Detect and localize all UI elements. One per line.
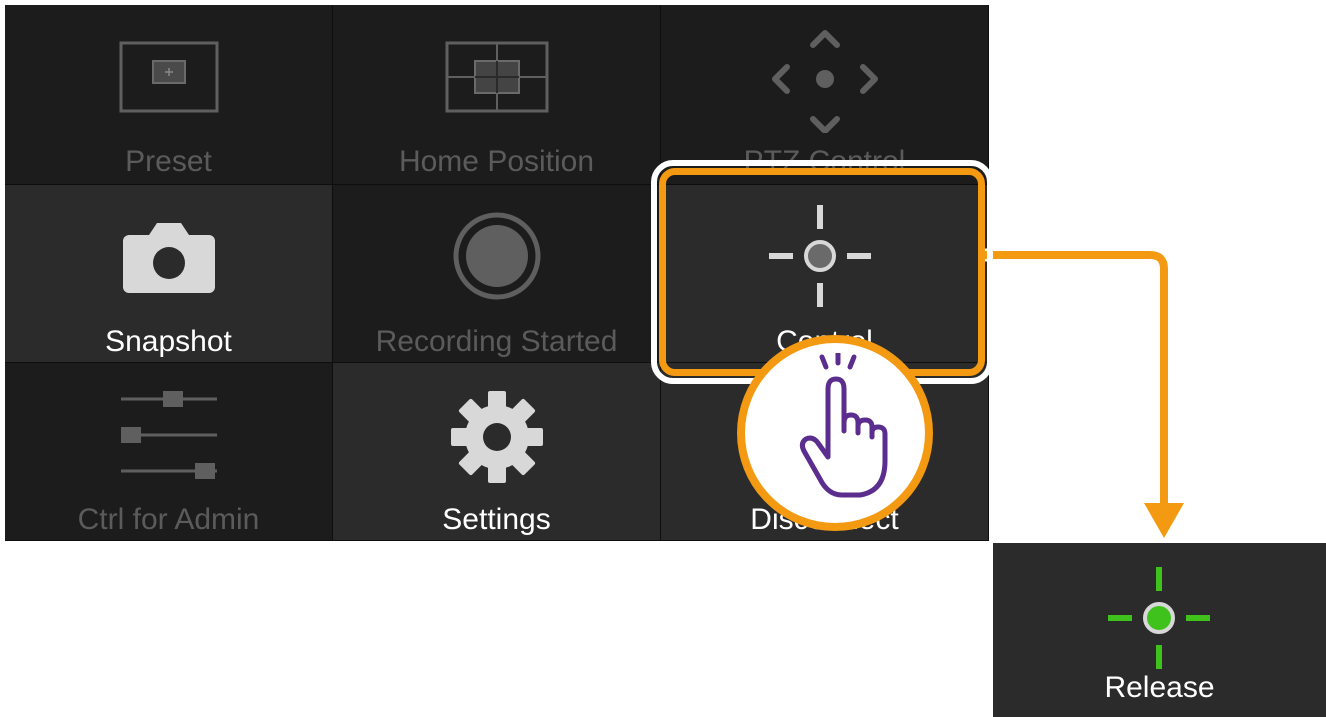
preset-frame-icon — [119, 41, 219, 113]
ptz-control-button[interactable]: PTZ Control — [661, 5, 989, 185]
home-position-button[interactable]: Home Position — [333, 5, 661, 185]
ctrl-for-admin-label: Ctrl for Admin — [77, 503, 260, 536]
sliders-icon — [121, 391, 217, 479]
settings-button[interactable]: Settings — [333, 363, 661, 541]
camera-icon — [123, 223, 215, 293]
tap-hand-icon — [799, 353, 888, 498]
settings-label: Settings — [442, 503, 551, 536]
preset-button[interactable]: Preset — [5, 5, 333, 185]
preset-label: Preset — [125, 145, 212, 178]
home-position-label: Home Position — [398, 145, 595, 178]
release-button[interactable]: Release — [993, 543, 1326, 717]
gear-icon — [451, 391, 543, 483]
home-position-grid-icon — [445, 41, 549, 113]
recording-button[interactable]: Recording Started — [333, 185, 661, 363]
ctrl-for-admin-button[interactable]: Ctrl for Admin — [5, 363, 333, 541]
record-icon — [453, 212, 541, 300]
release-label: Release — [1104, 671, 1215, 704]
snapshot-button[interactable]: Snapshot — [5, 185, 333, 363]
ptz-arrows-icon — [772, 30, 878, 133]
recording-label: Recording Started — [375, 325, 618, 358]
crosshair-active-icon — [1108, 567, 1210, 669]
tap-indicator — [737, 335, 933, 531]
snapshot-label: Snapshot — [105, 325, 232, 358]
